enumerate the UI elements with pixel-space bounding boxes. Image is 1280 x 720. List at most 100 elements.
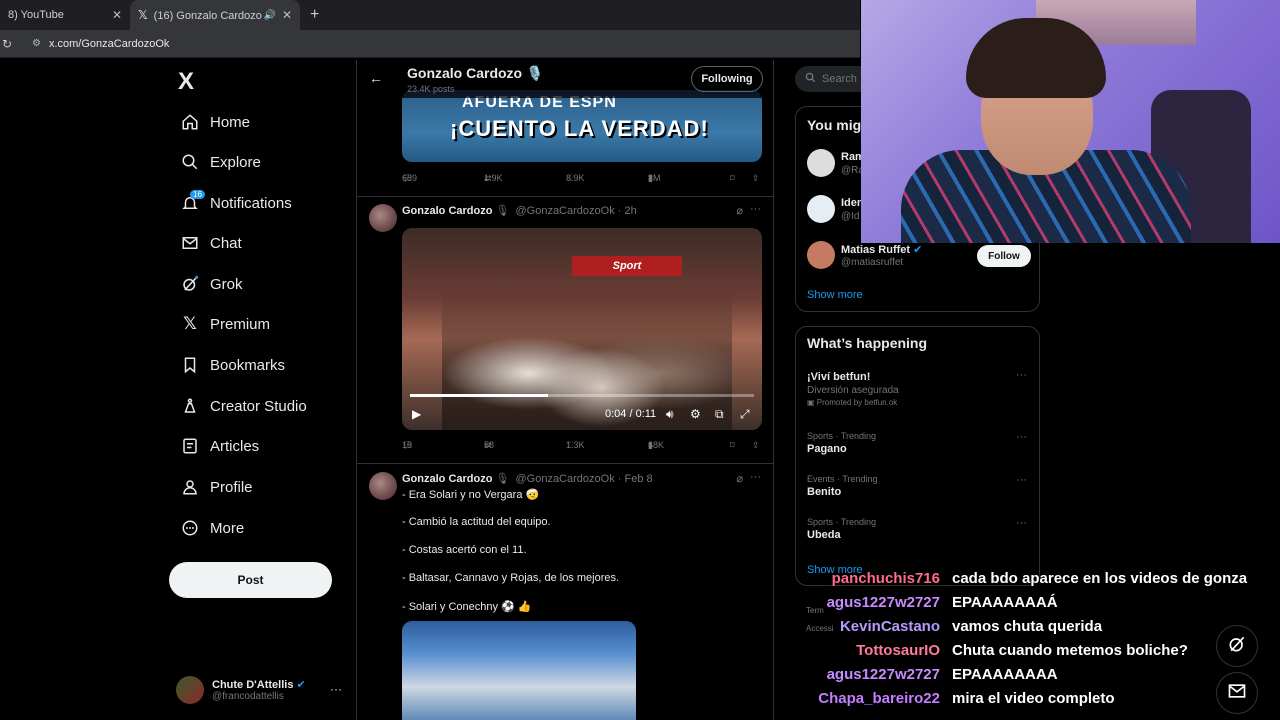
- progress-fill: [410, 394, 548, 397]
- chat-message: TottosaurIO Chuta cuando metemos boliche…: [800, 642, 1270, 664]
- speaker-icon[interactable]: 🔊: [264, 10, 276, 21]
- repost-count: 1.9K: [484, 173, 503, 183]
- sidebar-item-profile[interactable]: Profile: [178, 473, 253, 501]
- video-thumbnail[interactable]: AFUERA DE ESPN ¡CUENTO LA VERDAD!: [402, 90, 762, 162]
- mail-icon: [1227, 681, 1247, 706]
- site-info-icon[interactable]: ⚙: [32, 38, 41, 49]
- more-dots-icon[interactable]: ···: [750, 471, 761, 483]
- bookmark-icon: [178, 356, 202, 374]
- chat-username: TottosaurIO: [856, 642, 940, 659]
- x-logo-icon: 𝕏: [138, 8, 148, 22]
- author-name[interactable]: Gonzalo Cardozo: [402, 473, 492, 485]
- tweet-photo[interactable]: [402, 621, 636, 720]
- trend-item[interactable]: Sports · Trending Pagano ···: [807, 431, 1031, 455]
- page-title: Gonzalo Cardozo 🎙️: [407, 65, 544, 81]
- bookmark-icon[interactable]: ⌑: [730, 173, 735, 184]
- divider: [357, 196, 773, 197]
- grok-icon[interactable]: ⌀: [736, 472, 743, 485]
- sidebar-item-label: Home: [210, 113, 251, 131]
- more-dots-icon[interactable]: ···: [330, 682, 342, 696]
- x-logo-icon[interactable]: X: [178, 68, 194, 96]
- chat-username: agus1227w2727: [826, 594, 940, 611]
- avatar[interactable]: [369, 472, 397, 500]
- sidebar-item-chat[interactable]: Chat: [178, 229, 242, 257]
- author-handle[interactable]: @GonzaCardozoOk: [515, 205, 614, 217]
- tweet-time[interactable]: 2h: [624, 205, 636, 217]
- grok-icon[interactable]: ⌀: [736, 204, 743, 217]
- close-icon[interactable]: ✕: [282, 8, 292, 22]
- more-dots-icon[interactable]: ···: [750, 203, 761, 215]
- account-switcher[interactable]: Chute D'Attellis ✔ @francodattellis ···: [176, 674, 346, 706]
- url-field[interactable]: x.com/GonzaCardozoOk: [49, 38, 169, 50]
- reload-icon[interactable]: ↻: [2, 37, 18, 51]
- card-title: What’s happening: [807, 335, 928, 351]
- play-icon[interactable]: ▶: [412, 407, 421, 421]
- follow-button[interactable]: Follow: [977, 245, 1031, 267]
- sidebar-item-bookmarks[interactable]: Bookmarks: [178, 351, 285, 379]
- close-icon[interactable]: ✕: [112, 8, 122, 22]
- sidebar-item-explore[interactable]: Explore: [178, 148, 261, 176]
- post-button[interactable]: Post: [169, 562, 332, 598]
- follow-suggestion[interactable]: Matias Ruffet ✔ @matiasruffet Follow: [807, 241, 1031, 271]
- sidebar-item-home[interactable]: Home: [178, 108, 250, 136]
- search-placeholder: Search: [822, 73, 857, 85]
- messages-floating-button[interactable]: [1216, 672, 1258, 714]
- video-progress-bar[interactable]: [410, 394, 754, 397]
- tweet-actions: 💬︎ 18 ⇄ 58 ♡ 1.3K ▮ 68K ⌑ ⇪: [402, 440, 762, 456]
- bookmark-icon[interactable]: ⌑: [730, 440, 735, 451]
- microphone-icon: 🎙: [495, 205, 510, 217]
- tab-youtube[interactable]: 8) YouTube ✕: [0, 0, 130, 30]
- sidebar-item-premium[interactable]: 𝕏 Premium: [178, 310, 270, 338]
- more-dots-icon[interactable]: ···: [1016, 369, 1027, 381]
- trend-meta: Sports · Trending: [807, 517, 877, 527]
- following-button[interactable]: Following: [691, 66, 763, 92]
- picture-in-picture-icon[interactable]: ⧉: [715, 407, 724, 422]
- view-count: 3M: [648, 173, 661, 183]
- tab-title: (16) Gonzalo Cardozo 🎙️ (: [153, 9, 264, 22]
- more-dots-icon[interactable]: ···: [1016, 431, 1027, 443]
- avatar: [807, 195, 835, 223]
- more-dots-icon[interactable]: ···: [1016, 474, 1027, 486]
- tab-x-profile[interactable]: 𝕏 (16) Gonzalo Cardozo 🎙️ ( 🔊 ✕: [130, 0, 300, 30]
- trend-title: Ubeda: [807, 529, 841, 541]
- grok-icon: [1227, 634, 1247, 659]
- trend-subtitle: Diversión asegurada: [807, 385, 899, 396]
- avatar[interactable]: [369, 204, 397, 232]
- divider: [357, 463, 773, 464]
- sidebar-item-creator-studio[interactable]: Creator Studio: [178, 392, 307, 420]
- show-more-link[interactable]: Show more: [807, 289, 863, 301]
- share-icon[interactable]: ⇪: [752, 440, 760, 451]
- volume-icon[interactable]: 🔊︎: [666, 407, 674, 422]
- avatar: [176, 676, 204, 704]
- video-player[interactable]: Sport ▶ 0:04 / 0:11 🔊︎ ⚙ ⧉ ⤢: [402, 228, 762, 430]
- trend-item[interactable]: Events · Trending Benito ···: [807, 474, 1031, 498]
- author-name[interactable]: Gonzalo Cardozo: [402, 205, 492, 217]
- search-icon: [178, 153, 202, 171]
- sidebar-item-more[interactable]: More: [178, 514, 244, 542]
- grok-floating-button[interactable]: [1216, 625, 1258, 667]
- chat-username: KevinCastano: [839, 618, 940, 635]
- chat-text: mira el video completo: [952, 690, 1115, 707]
- trend-title: ¡Viví betfun!: [807, 371, 871, 383]
- sidebar-item-label: Premium: [210, 315, 271, 333]
- bell-icon: 16: [178, 190, 205, 212]
- tweet-time[interactable]: Feb 8: [624, 473, 652, 485]
- profile-header: ← Gonzalo Cardozo 🎙️ 23.4K posts Followi…: [357, 60, 773, 98]
- share-icon[interactable]: ⇪: [752, 173, 760, 184]
- fullscreen-icon[interactable]: ⤢: [740, 407, 750, 422]
- back-arrow-icon[interactable]: ←: [369, 70, 383, 86]
- plus-icon[interactable]: +: [310, 6, 319, 24]
- sidebar-item-articles[interactable]: Articles: [178, 432, 259, 460]
- settings-icon[interactable]: ⚙: [690, 407, 701, 421]
- chat-username: Chapa_bareiro22: [818, 690, 940, 707]
- like-count: 1.3K: [566, 440, 585, 450]
- grok-icon: [178, 275, 202, 293]
- author-handle[interactable]: @GonzaCardozoOk: [515, 473, 614, 485]
- microphone-icon: 🎙: [495, 473, 510, 485]
- avatar: [807, 149, 835, 177]
- sidebar-item-notifications[interactable]: 16 Notifications: [178, 189, 292, 217]
- trend-item[interactable]: ¡Viví betfun! Diversión asegurada ▣ Prom…: [807, 369, 1031, 407]
- trend-item[interactable]: Sports · Trending Ubeda ···: [807, 517, 1031, 541]
- sidebar-item-grok[interactable]: Grok: [178, 270, 243, 298]
- more-dots-icon[interactable]: ···: [1016, 517, 1027, 529]
